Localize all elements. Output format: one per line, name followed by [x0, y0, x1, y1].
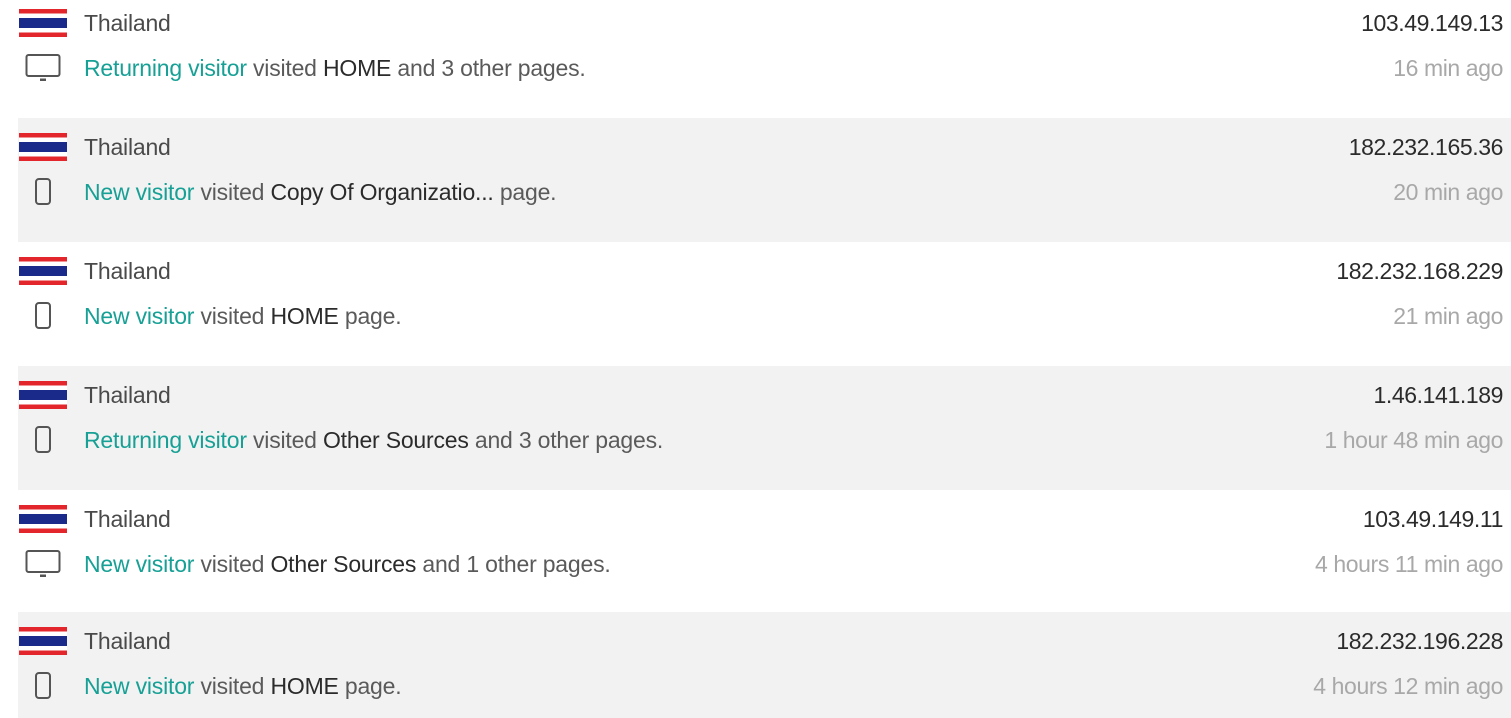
country-name: Thailand — [84, 627, 171, 654]
page-name[interactable]: HOME — [270, 673, 338, 700]
mobile-icon — [18, 671, 68, 701]
ip-address[interactable]: 182.232.165.36 — [1349, 134, 1504, 161]
visitor-type-link[interactable]: New visitor — [84, 673, 194, 700]
page-name[interactable]: Copy Of Organizatio... — [270, 179, 493, 206]
mobile-icon — [18, 177, 68, 207]
ip-address[interactable]: 182.232.196.228 — [1336, 628, 1503, 655]
mobile-icon — [18, 301, 68, 331]
visit-time: 20 min ago — [1393, 178, 1503, 205]
visit-description: New visitor visited HOME page. — [84, 672, 402, 700]
visit-time: 1 hour 48 min ago — [1324, 426, 1503, 453]
visit-row[interactable]: Thailand 182.232.196.228 New visitor vis… — [18, 612, 1511, 718]
visit-description: New visitor visited Other Sources and 1 … — [84, 550, 611, 578]
visit-description: New visitor visited Copy Of Organizatio.… — [84, 178, 557, 206]
visitor-type-link[interactable]: New visitor — [84, 551, 194, 578]
visit-row[interactable]: Thailand 182.232.168.229 New visitor vis… — [18, 242, 1511, 366]
visit-time: 4 hours 12 min ago — [1313, 672, 1503, 699]
country-name: Thailand — [84, 257, 171, 284]
desktop-icon — [18, 53, 68, 83]
visitor-feed: Thailand 103.49.149.13 Returning visitor… — [0, 0, 1511, 718]
visit-row[interactable]: Thailand 103.49.149.11 New visitor visit… — [18, 490, 1511, 614]
thailand-flag-icon — [18, 504, 68, 534]
page-name[interactable]: Other Sources — [323, 427, 469, 454]
visitor-type-link[interactable]: New visitor — [84, 179, 194, 206]
country-name: Thailand — [84, 9, 171, 36]
ip-address[interactable]: 182.232.168.229 — [1336, 258, 1503, 285]
page-name[interactable]: Other Sources — [270, 551, 416, 578]
desktop-icon — [18, 549, 68, 579]
visit-description: New visitor visited HOME page. — [84, 302, 402, 330]
visit-time: 21 min ago — [1393, 302, 1503, 329]
page-name[interactable]: HOME — [270, 303, 338, 330]
page-name[interactable]: HOME — [323, 55, 391, 82]
thailand-flag-icon — [18, 132, 68, 162]
ip-address[interactable]: 1.46.141.189 — [1374, 382, 1504, 409]
country-name: Thailand — [84, 381, 171, 408]
country-name: Thailand — [84, 505, 171, 532]
visit-description: Returning visitor visited HOME and 3 oth… — [84, 54, 586, 82]
thailand-flag-icon — [18, 380, 68, 410]
visitor-type-link[interactable]: Returning visitor — [84, 427, 247, 454]
thailand-flag-icon — [18, 626, 68, 656]
visit-row[interactable]: Thailand 103.49.149.13 Returning visitor… — [18, 0, 1511, 118]
visit-time: 4 hours 11 min ago — [1315, 550, 1503, 577]
ip-address[interactable]: 103.49.149.13 — [1361, 10, 1503, 37]
thailand-flag-icon — [18, 256, 68, 286]
visit-row[interactable]: Thailand 182.232.165.36 New visitor visi… — [18, 118, 1511, 242]
visit-time: 16 min ago — [1393, 54, 1503, 81]
visit-row[interactable]: Thailand 1.46.141.189 Returning visitor … — [18, 366, 1511, 490]
ip-address[interactable]: 103.49.149.11 — [1363, 506, 1504, 533]
visit-description: Returning visitor visited Other Sources … — [84, 426, 664, 454]
visitor-type-link[interactable]: Returning visitor — [84, 55, 247, 82]
country-name: Thailand — [84, 133, 171, 160]
visitor-type-link[interactable]: New visitor — [84, 303, 194, 330]
thailand-flag-icon — [18, 8, 68, 38]
mobile-icon — [18, 425, 68, 455]
